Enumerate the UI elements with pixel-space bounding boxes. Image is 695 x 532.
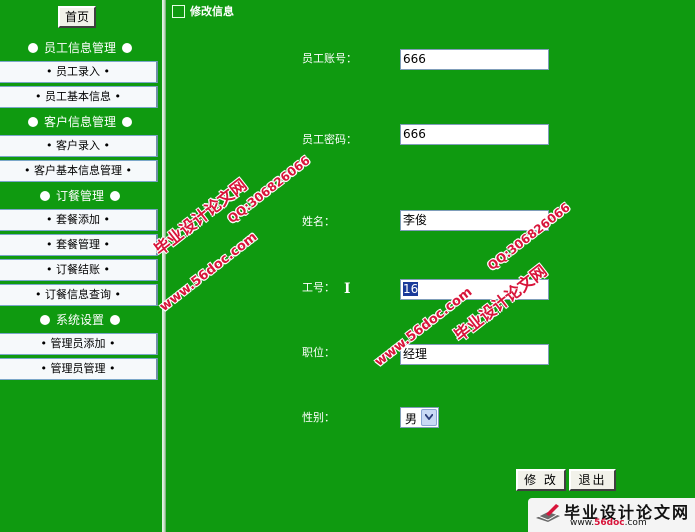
- menu-item-employee-add[interactable]: • 员工录入 •: [0, 61, 158, 83]
- menu-item-employee-info[interactable]: • 员工基本信息 •: [0, 86, 158, 108]
- job-no-label: 工号：: [302, 281, 335, 294]
- menu-item-order-query[interactable]: • 订餐信息查询 •: [0, 284, 158, 306]
- pen-book-icon: [536, 504, 560, 522]
- bullet-icon: [27, 117, 38, 127]
- bullet-icon: [39, 315, 50, 325]
- position-label: 职位：: [302, 346, 335, 359]
- chevron-down-icon[interactable]: [421, 409, 437, 426]
- text-cursor-icon: I: [344, 281, 351, 297]
- footer-url-suffix: .com: [624, 518, 647, 528]
- menu-item-admin-add[interactable]: • 管理员添加 •: [0, 333, 158, 355]
- section-header-order: 订餐管理: [0, 185, 160, 207]
- section-header-employee: 员工信息管理: [0, 37, 160, 59]
- bullet-icon: [110, 315, 120, 325]
- bullet-icon: [122, 43, 132, 53]
- section-header-system: 系统设置: [0, 309, 160, 331]
- footer-url-prefix: www.: [570, 518, 595, 528]
- menu-item-package-manage[interactable]: • 套餐管理 •: [0, 234, 158, 256]
- password-label: 员工密码：: [302, 133, 357, 146]
- gender-select[interactable]: 男: [400, 407, 439, 428]
- home-wrap: 首页: [58, 6, 96, 28]
- frame-divider[interactable]: [162, 0, 166, 532]
- bullet-icon: [39, 191, 50, 201]
- menu-item-admin-manage[interactable]: • 管理员管理 •: [0, 358, 158, 380]
- menu-item-package-add[interactable]: • 套餐添加 •: [0, 209, 158, 231]
- exit-button[interactable]: 退出: [569, 469, 616, 491]
- section-label: 订餐管理: [55, 189, 104, 203]
- gender-value: 男: [405, 412, 418, 426]
- footer-url-main: 56doc: [594, 518, 625, 528]
- modify-button[interactable]: 修 改: [516, 469, 566, 491]
- section-header-customer: 客户信息管理: [0, 111, 160, 133]
- sidebar: 首页 员工信息管理 • 员工录入 • • 员工基本信息 • 客户信息管理 • 客…: [0, 0, 160, 532]
- bullet-icon: [110, 191, 120, 201]
- section-label: 员工信息管理: [43, 41, 116, 55]
- bullet-icon: [27, 43, 38, 53]
- home-button[interactable]: 首页: [58, 6, 96, 28]
- footer-logo: 毕业设计论文网 www.56doc.com: [528, 498, 695, 532]
- job-no-value: 16: [403, 282, 419, 296]
- position-input[interactable]: 经理: [400, 344, 549, 365]
- account-label: 员工账号：: [302, 52, 357, 65]
- page-title: 修改信息: [190, 5, 234, 18]
- bullet-icon: [122, 117, 132, 127]
- section-label: 系统设置: [55, 313, 104, 327]
- name-label: 姓名：: [302, 215, 335, 228]
- menu-item-customer-manage[interactable]: • 客户基本信息管理 •: [0, 160, 158, 182]
- gender-label: 性别：: [302, 411, 335, 424]
- menu-item-customer-add[interactable]: • 客户录入 •: [0, 135, 158, 157]
- footer-logo-url: www.56doc.com: [570, 518, 647, 528]
- section-label: 客户信息管理: [43, 115, 116, 129]
- title-checkbox-icon: [172, 5, 185, 18]
- menu-item-order-checkout[interactable]: • 订餐结账 •: [0, 259, 158, 281]
- account-input[interactable]: 666: [400, 49, 549, 70]
- password-input[interactable]: 666: [400, 124, 549, 145]
